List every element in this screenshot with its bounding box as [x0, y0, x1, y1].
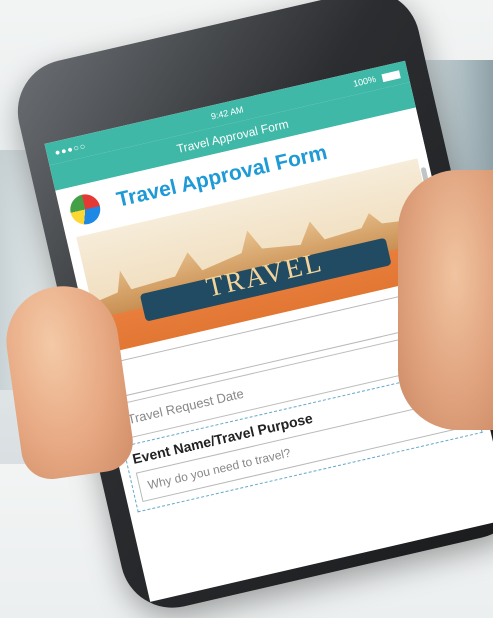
battery-percent: 100% [352, 73, 377, 89]
battery-indicator: 100% [352, 68, 401, 89]
hand-fingers [398, 170, 493, 430]
battery-icon [381, 69, 401, 82]
globe-logo-icon [67, 191, 104, 228]
